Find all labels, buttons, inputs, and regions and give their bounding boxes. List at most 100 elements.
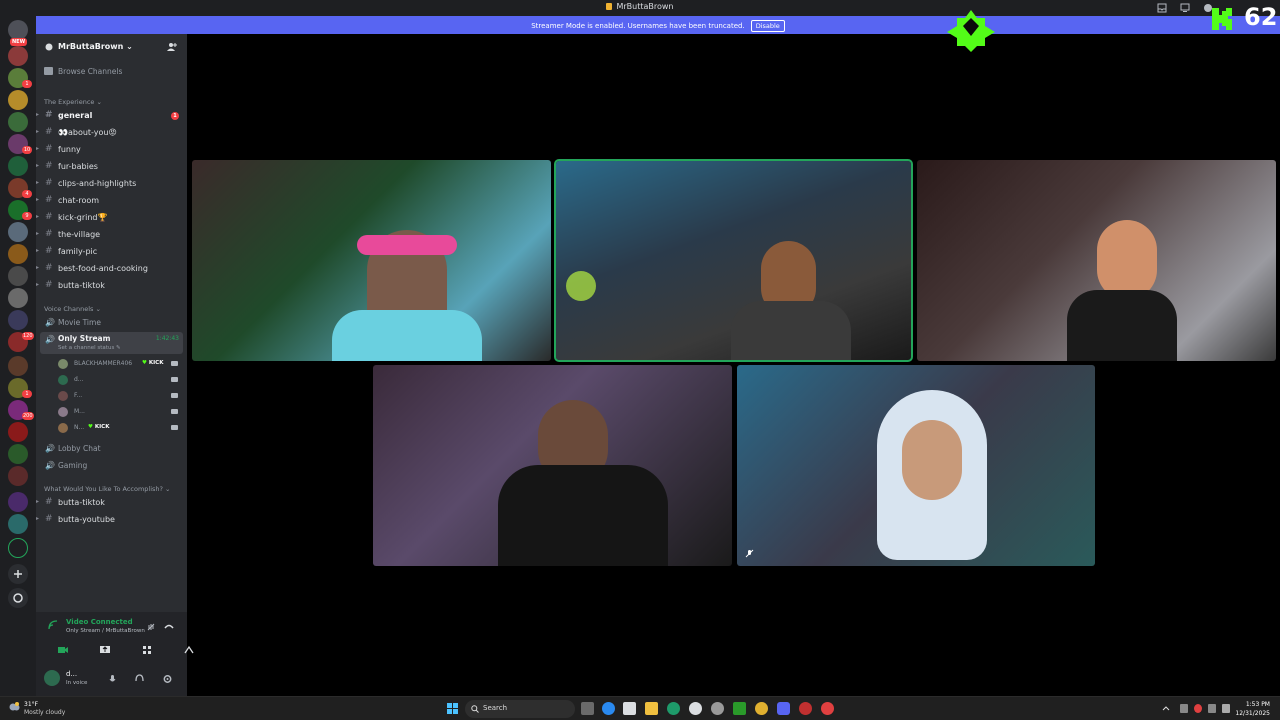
channel-chat-room[interactable]: ▸ # chat-room xyxy=(36,193,187,209)
server-icon[interactable] xyxy=(8,466,28,486)
noise-suppression-icon[interactable] xyxy=(146,622,156,632)
window-title: MrButtaBrown xyxy=(616,2,674,11)
video-tile-speaking[interactable] xyxy=(554,159,913,362)
taskbar-clock[interactable]: 1:53 PM 12/31/2025 xyxy=(1235,700,1270,718)
voice-member[interactable]: M... xyxy=(36,405,187,419)
channel-family-pic[interactable]: ▸ # family-pic xyxy=(36,244,187,260)
app-icon[interactable] xyxy=(821,702,834,715)
voice-location[interactable]: Only Stream / MrButtaBrown xyxy=(66,628,145,634)
xbox-icon[interactable] xyxy=(733,702,746,715)
headphones-icon[interactable] xyxy=(135,674,144,684)
microphone-icon[interactable] xyxy=(108,674,117,684)
invite-icon[interactable] xyxy=(167,42,177,52)
server-icon[interactable] xyxy=(8,356,28,376)
channel-about-you[interactable]: ▸ # 👀about-you😡 xyxy=(36,125,187,141)
hash-icon: # xyxy=(45,229,53,239)
taskbar-search[interactable]: Search xyxy=(465,700,575,718)
task-view-icon[interactable] xyxy=(581,702,594,715)
server-icon[interactable] xyxy=(8,90,28,110)
voice-channel-lobby-chat[interactable]: 🔊 Lobby Chat xyxy=(36,441,187,457)
video-tile[interactable] xyxy=(737,365,1095,566)
browse-channels[interactable]: Browse Channels xyxy=(44,67,122,76)
server-icon[interactable] xyxy=(8,492,28,512)
video-tile[interactable] xyxy=(917,160,1276,361)
channel-funny[interactable]: ▸ # funny xyxy=(36,142,187,158)
edge-icon[interactable] xyxy=(667,702,680,715)
server-icon[interactable] xyxy=(8,422,28,442)
volume-icon[interactable] xyxy=(1222,704,1230,713)
tray-icon[interactable] xyxy=(1180,704,1188,713)
activities-icon[interactable] xyxy=(140,644,154,656)
chevron-up-icon[interactable] xyxy=(1162,704,1170,713)
voice-member[interactable]: N... ♥ KICK xyxy=(36,421,187,435)
add-server-icon[interactable] xyxy=(8,564,28,584)
username[interactable]: d... xyxy=(66,670,77,678)
disable-streamer-mode-button[interactable]: Disable xyxy=(750,20,785,32)
wifi-icon[interactable] xyxy=(1208,704,1216,713)
server-icon[interactable] xyxy=(8,112,28,132)
call-timer: 1:42:43 xyxy=(155,335,179,342)
soundboard-icon[interactable] xyxy=(182,644,196,656)
chrome-icon[interactable] xyxy=(755,702,768,715)
settings-gear-icon[interactable] xyxy=(163,674,172,684)
category-header[interactable]: Voice Channels ⌄ xyxy=(44,305,101,313)
voice-state[interactable]: Video Connected xyxy=(66,618,133,626)
monitor-icon[interactable] xyxy=(1180,3,1190,13)
server-icon[interactable] xyxy=(8,266,28,286)
hash-icon: # xyxy=(45,127,53,137)
app-icon[interactable] xyxy=(689,702,702,715)
channel-best-food-and-cooking[interactable]: ▸ # best-food-and-cooking xyxy=(36,261,187,277)
channel-the-village[interactable]: ▸ # the-village xyxy=(36,227,187,243)
server-icon[interactable] xyxy=(8,444,28,464)
voice-member[interactable]: d... xyxy=(36,373,187,387)
server-header[interactable]: MrButtaBrown ⌄ xyxy=(36,34,187,60)
server-icon[interactable] xyxy=(8,244,28,264)
camera-button-icon[interactable] xyxy=(56,644,70,656)
server-icon[interactable] xyxy=(8,310,28,330)
category-header[interactable]: What Would You Like To Accomplish? ⌄ xyxy=(44,485,171,493)
search-icon xyxy=(471,705,479,713)
screen-share-icon[interactable] xyxy=(98,644,112,656)
voice-channel-only-stream[interactable]: 🔊 Only Stream Set a channel status ✎ 1:4… xyxy=(40,332,183,354)
server-icon[interactable] xyxy=(8,46,28,66)
file-explorer-icon[interactable] xyxy=(645,702,658,715)
settings-icon[interactable] xyxy=(711,702,724,715)
voice-member[interactable]: BLACKHAMMER406 ♥ KICK xyxy=(36,357,187,371)
tray-icon[interactable] xyxy=(1194,704,1202,713)
discord-window: MrButtaBrown Streamer Mode is enabled. U… xyxy=(0,0,1280,720)
server-icon[interactable] xyxy=(8,156,28,176)
voice-channel-gaming[interactable]: 🔊 Gaming xyxy=(36,458,187,474)
discord-icon[interactable] xyxy=(777,702,790,715)
user-panel: d... In voice xyxy=(36,662,187,696)
windows-start-icon[interactable] xyxy=(446,702,459,715)
server-icon[interactable] xyxy=(8,222,28,242)
video-tile[interactable] xyxy=(192,160,551,361)
channel-kick-grind[interactable]: ▸ # kick-grind🏆 xyxy=(36,210,187,226)
discover-icon[interactable] xyxy=(8,588,28,608)
avatar xyxy=(58,407,68,417)
video-tile[interactable] xyxy=(373,365,732,566)
server-icon[interactable] xyxy=(8,288,28,308)
inbox-icon[interactable] xyxy=(1157,3,1167,13)
channel-general[interactable]: ▸ # general 1 xyxy=(36,108,187,124)
copilot-icon[interactable] xyxy=(602,702,615,715)
category-header[interactable]: The Experience ⌄ xyxy=(44,98,102,106)
voice-channel-movie-time[interactable]: 🔊 Movie Time xyxy=(36,315,187,331)
voice-member[interactable]: F... xyxy=(36,389,187,403)
hash-icon: # xyxy=(45,195,53,205)
app-icon[interactable] xyxy=(799,702,812,715)
user-status: In voice xyxy=(66,680,88,686)
user-avatar[interactable] xyxy=(44,670,60,686)
home-button[interactable] xyxy=(8,20,28,40)
store-icon[interactable] xyxy=(623,702,636,715)
channel-clips-and-highlights[interactable]: ▸ # clips-and-highlights xyxy=(36,176,187,192)
server-icon[interactable] xyxy=(8,538,28,558)
channel-butta-tiktok-2[interactable]: ▸ # butta-tiktok xyxy=(36,495,187,511)
channel-status[interactable]: Set a channel status ✎ xyxy=(58,345,121,351)
channel-fur-babies[interactable]: ▸ # fur-babies xyxy=(36,159,187,175)
channel-butta-tiktok[interactable]: ▸ # butta-tiktok xyxy=(36,278,187,294)
muted-mic-icon xyxy=(745,549,754,558)
server-icon[interactable] xyxy=(8,514,28,534)
disconnect-icon[interactable] xyxy=(164,622,174,632)
channel-butta-youtube[interactable]: ▸ # butta-youtube xyxy=(36,512,187,528)
